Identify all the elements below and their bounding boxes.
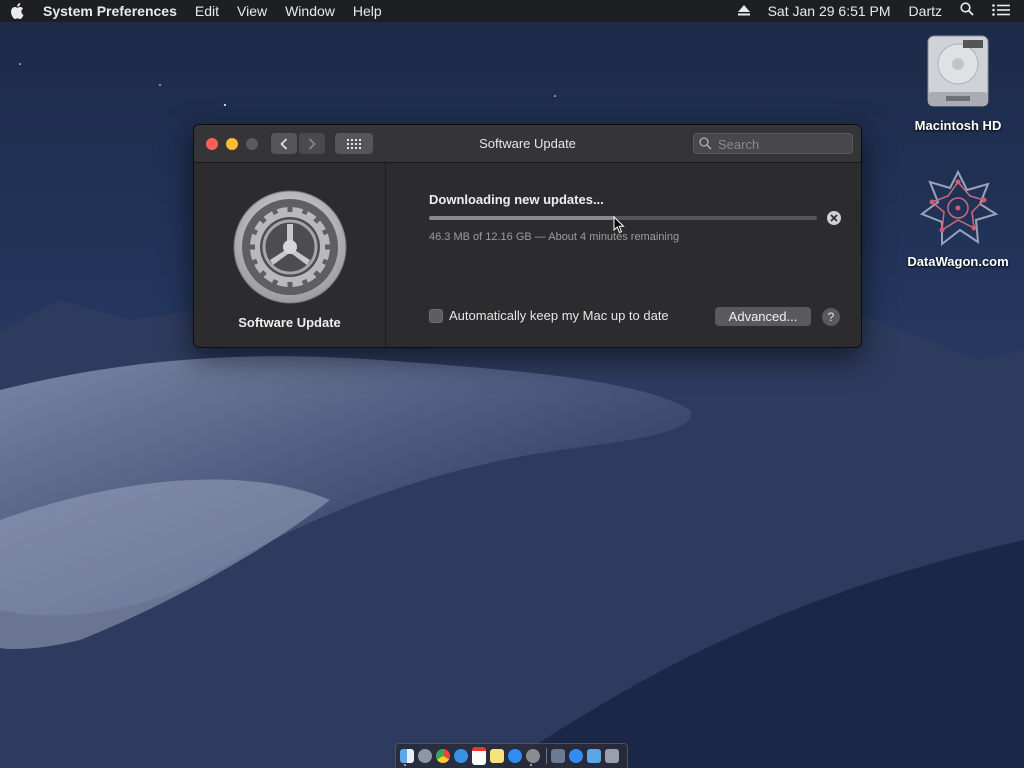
notification-center-icon[interactable] (983, 0, 1024, 22)
star-network-icon (918, 168, 999, 248)
window-titlebar[interactable]: Software Update (194, 125, 861, 163)
apple-menu-icon[interactable] (0, 3, 34, 19)
menu-help[interactable]: Help (344, 0, 391, 22)
launchpad-icon[interactable] (418, 749, 432, 763)
notes-icon[interactable] (490, 749, 504, 763)
menu-clock[interactable]: Sat Jan 29 6:51 PM (759, 0, 900, 22)
eject-icon[interactable] (729, 0, 759, 22)
menu-app-name[interactable]: System Preferences (34, 0, 186, 22)
sidebar-label: Software Update (238, 315, 341, 330)
dock-separator (546, 748, 547, 764)
trash-icon[interactable] (605, 749, 619, 763)
chrome-icon[interactable] (436, 749, 450, 763)
search-input[interactable] (716, 135, 850, 154)
desktop-icon-label: Macintosh HD (914, 118, 1002, 133)
calendar-icon[interactable] (472, 747, 486, 765)
mouse-cursor-icon (613, 216, 625, 234)
hard-drive-icon (918, 32, 998, 112)
menu-view[interactable]: View (228, 0, 276, 22)
desktop-icon-datawagon[interactable]: DataWagon.com (898, 168, 1018, 269)
sidebar-pane: Software Update (194, 163, 386, 347)
safari-icon[interactable] (454, 749, 468, 763)
search-field[interactable] (693, 133, 853, 154)
finder-icon[interactable] (400, 749, 414, 763)
running-indicator (404, 764, 406, 766)
app-store-icon[interactable] (508, 749, 522, 763)
desktop-icon-label: DataWagon.com (907, 254, 1009, 269)
menu-bar: System Preferences Edit View Window Help… (0, 0, 1024, 22)
help-button[interactable]: ? (822, 308, 840, 326)
running-indicator (530, 764, 532, 766)
menu-edit[interactable]: Edit (186, 0, 228, 22)
app-store-icon[interactable] (569, 749, 583, 763)
menu-window[interactable]: Window (276, 0, 344, 22)
software-update-window: Software Update Search Software Update D… (193, 124, 862, 348)
spotlight-search-icon[interactable] (951, 0, 983, 22)
search-icon (699, 137, 712, 150)
update-content-pane: Downloading new updates... 46.3 MB of 12… (386, 163, 861, 347)
cancel-download-button[interactable] (827, 211, 841, 225)
system-preferences-icon[interactable] (526, 749, 540, 763)
menu-user[interactable]: Dartz (900, 0, 951, 22)
download-progress-fill (429, 216, 616, 220)
close-icon (830, 214, 838, 222)
desktop-wallpaper (0, 63, 1024, 768)
advanced-button[interactable]: Advanced... (715, 307, 811, 326)
dock (395, 743, 628, 768)
downloads-icon[interactable] (551, 749, 565, 763)
auto-update-checkbox[interactable] (429, 308, 443, 323)
auto-update-label[interactable]: Automatically keep my Mac up to date (449, 308, 669, 323)
download-status: 46.3 MB of 12.16 GB — About 4 minutes re… (429, 231, 680, 243)
desktop-icon-macintosh-hd[interactable]: Macintosh HD (898, 32, 1018, 133)
download-title: Downloading new updates... (429, 192, 604, 207)
auto-update-row[interactable]: Automatically keep my Mac up to date (429, 308, 669, 323)
folder-icon[interactable] (587, 749, 601, 763)
software-update-gear-icon (233, 190, 347, 309)
